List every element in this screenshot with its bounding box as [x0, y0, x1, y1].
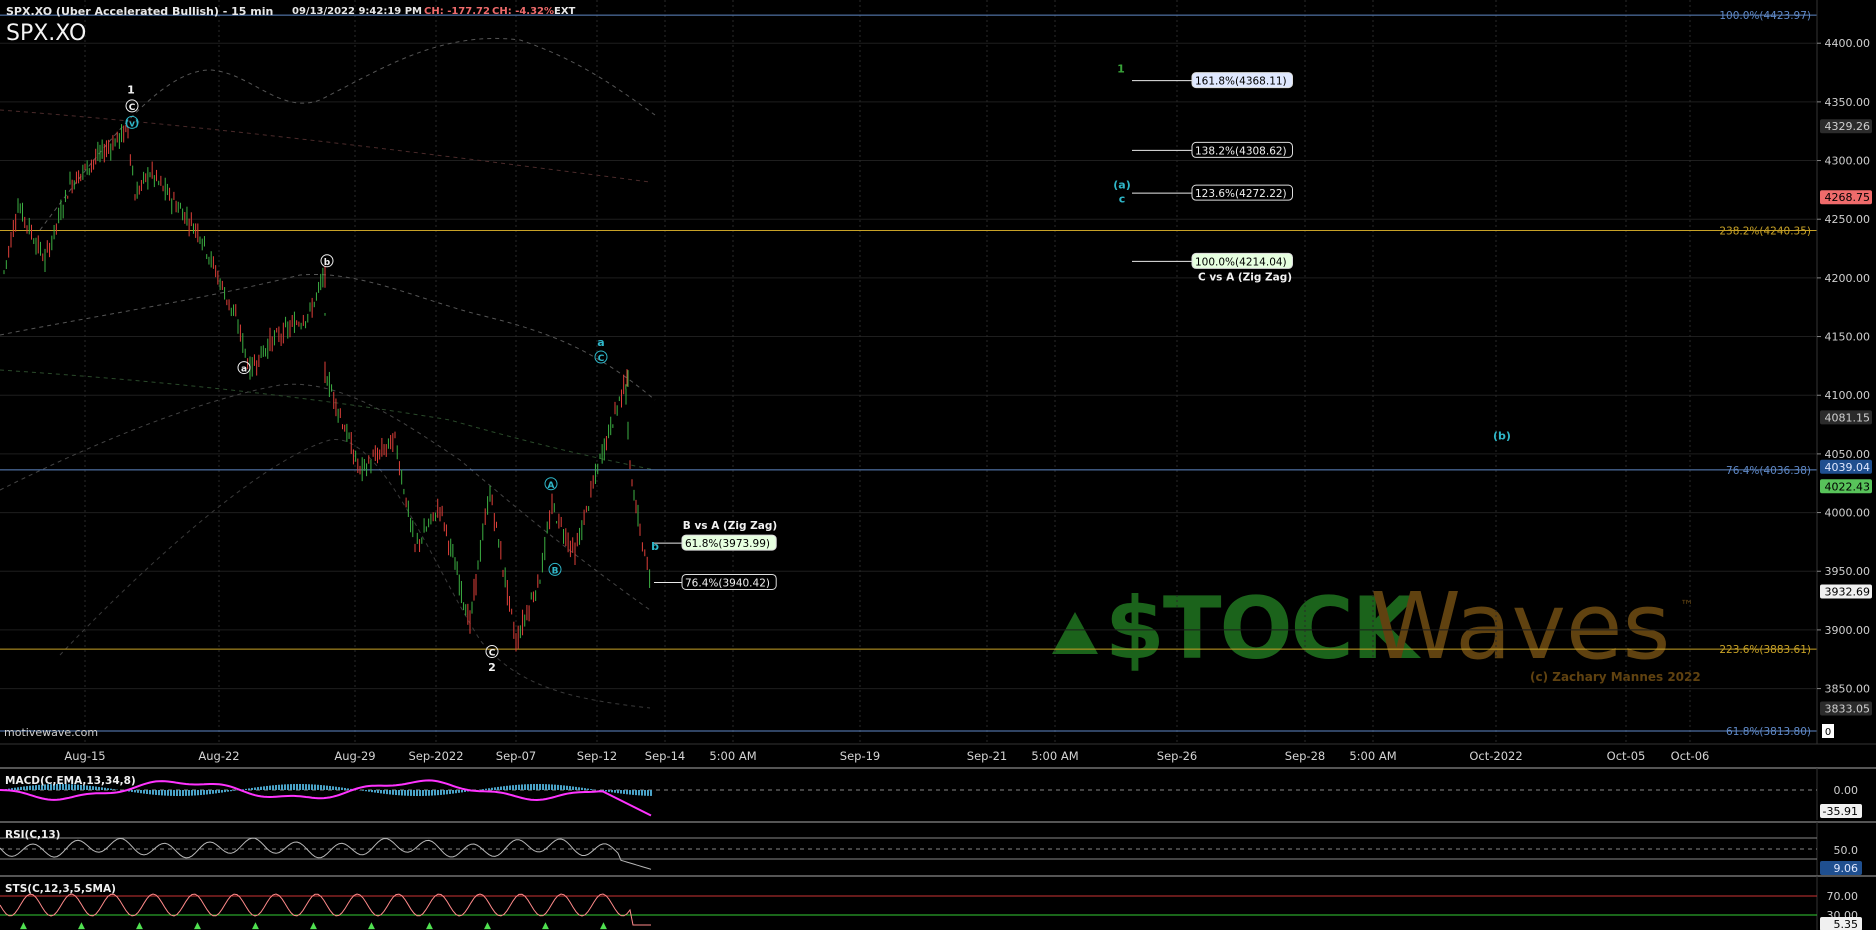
price-tick-label: 4400.00 — [1825, 37, 1871, 50]
projection-label: 100.0%(4214.04) — [1195, 256, 1287, 268]
wave-label: C — [129, 103, 136, 113]
wave-label: 1 — [127, 83, 135, 96]
price-tick-label: 4100.00 — [1825, 389, 1871, 402]
indicator-badge-label: -35.91 — [1823, 805, 1858, 818]
time-tick-label: Sep-2022 — [408, 749, 463, 763]
stoch-marker: ▲ — [310, 921, 317, 930]
stoch-marker: ▲ — [136, 921, 143, 930]
price-tick-label: 4200.00 — [1825, 272, 1871, 285]
wave-label: b — [651, 540, 659, 553]
wave-label: 1 — [1117, 62, 1125, 75]
projection-label: 161.8%(4368.11) — [1195, 76, 1287, 88]
time-tick-label: Oct-05 — [1607, 749, 1646, 763]
time-tick-label: Sep-07 — [496, 749, 536, 763]
projection-label: 61.8%(3973.99) — [685, 538, 770, 550]
time-tick-label: Oct-2022 — [1469, 749, 1522, 763]
price-tick-label: 4300.00 — [1825, 155, 1871, 168]
wave-label: b — [324, 258, 331, 268]
price-tick-label: 4250.00 — [1825, 213, 1871, 226]
price-badge-label: 4268.75 — [1825, 191, 1871, 204]
stoch-marker: ▲ — [194, 921, 201, 930]
header-session: EXT — [554, 6, 576, 17]
fib-label: 223.6%(3883.61) — [1719, 644, 1811, 656]
indicator-label: STS(C,12,3,5,SMA) — [5, 883, 116, 895]
stoch-marker: ▲ — [542, 921, 549, 930]
price-badge-label: 4329.26 — [1825, 120, 1871, 133]
wave-label: C — [598, 354, 605, 364]
fib-label: 61.8%(3813.80) — [1726, 726, 1811, 738]
time-tick-label: 5:00 AM — [709, 749, 756, 763]
wave-label: a — [241, 365, 247, 375]
indicator-badge-label: 5.35 — [1834, 918, 1859, 930]
motivewave-watermark: motivewave.com — [4, 726, 98, 739]
price-tick-label: 4350.00 — [1825, 96, 1871, 109]
price-tick-label: 3900.00 — [1825, 624, 1871, 637]
fib-label: 238.2%(4240.35) — [1719, 226, 1811, 238]
price-tick-label: 3850.00 — [1825, 683, 1871, 696]
price-tick-label: 4050.00 — [1825, 448, 1871, 461]
price-badge-label: 3833.05 — [1825, 702, 1871, 715]
symbol-big: SPX.XO — [6, 21, 86, 46]
logo-trademark: ™ — [1680, 598, 1694, 614]
time-tick-label: Aug-15 — [64, 749, 105, 763]
time-tick-label: Sep-21 — [967, 749, 1007, 763]
time-tick-label: Sep-12 — [577, 749, 617, 763]
price-badge-label: 4081.15 — [1825, 411, 1871, 424]
projection-label: 76.4%(3940.42) — [685, 577, 770, 589]
time-tick-label: Aug-29 — [334, 749, 375, 763]
stoch-marker: ▲ — [426, 921, 433, 930]
stoch-marker: ▲ — [252, 921, 259, 930]
indicator-label: MACD(C,EMA,13,34,8) — [5, 775, 136, 787]
time-tick-label: Sep-14 — [645, 749, 685, 763]
logo-copyright: (c) Zachary Mannes 2022 — [1530, 670, 1701, 684]
time-tick-label: Sep-28 — [1285, 749, 1325, 763]
header-datetime: 09/13/2022 9:42:19 PM — [292, 6, 422, 17]
stockwaves-logo: $TOCK Waves ™ (c) Zachary Mannes 2022 — [1052, 573, 1701, 684]
stoch-marker: ▲ — [484, 921, 491, 930]
stoch-marker: ▲ — [368, 921, 375, 930]
wave-label: (v) — [125, 119, 139, 129]
projection-label: 138.2%(4308.62) — [1195, 145, 1287, 157]
projection-label: 123.6%(4272.22) — [1195, 188, 1287, 200]
indicator-tick-label: 70.00 — [1827, 890, 1859, 903]
axis-corner-label: 0 — [1825, 727, 1831, 738]
projection-caption: C vs A (Zig Zag) — [1198, 271, 1292, 283]
price-tick-label: 4150.00 — [1825, 331, 1871, 344]
indicator-tick-label: 0.00 — [1834, 784, 1859, 797]
price-badge-label: 4022.43 — [1825, 480, 1871, 493]
time-tick-label: 5:00 AM — [1349, 749, 1396, 763]
wave-label: A — [548, 481, 555, 491]
indicator-label: RSI(C,13) — [5, 829, 60, 841]
wave-label: (a) — [1113, 179, 1130, 192]
wave-label: C — [489, 649, 496, 659]
header-change-pct: CH: -4.32% — [492, 6, 554, 17]
time-tick-label: 5:00 AM — [1031, 749, 1078, 763]
stoch-marker: ▲ — [78, 921, 85, 930]
stoch-marker: ▲ — [600, 921, 607, 930]
stoch-marker: ▲ — [20, 921, 27, 930]
header-change-abs: CH: -177.72 — [424, 6, 490, 17]
wave-label: (b) — [1493, 430, 1511, 443]
wave-label: B — [552, 566, 559, 576]
fib-label: 76.4%(4036.38) — [1726, 465, 1811, 477]
time-tick-label: Sep-19 — [840, 749, 880, 763]
price-tick-label: 3950.00 — [1825, 565, 1871, 578]
time-tick-label: Sep-26 — [1157, 749, 1197, 763]
time-tick-label: Aug-22 — [198, 749, 239, 763]
fib-label: 100.0%(4423.97) — [1719, 10, 1811, 22]
time-tick-label: Oct-06 — [1671, 749, 1710, 763]
price-badge-label: 3932.69 — [1825, 586, 1871, 599]
wave-label: a — [597, 336, 604, 349]
price-tick-label: 4000.00 — [1825, 507, 1871, 520]
projection-caption: B vs A (Zig Zag) — [683, 520, 777, 532]
indicator-tick-label: 50.0 — [1834, 844, 1859, 857]
price-badge-label: 4039.04 — [1825, 461, 1871, 474]
wave-label: c — [1119, 193, 1126, 206]
symbol-line: SPX.XO (Uber Accelerated Bullish) - 15 m… — [6, 5, 273, 18]
chart-canvas[interactable]: $TOCK Waves ™ (c) Zachary Mannes 2022 10… — [0, 0, 1876, 930]
logo-part2: Waves — [1370, 573, 1670, 680]
wave-label: 2 — [488, 661, 496, 674]
indicator-badge-label: 9.06 — [1834, 862, 1859, 875]
